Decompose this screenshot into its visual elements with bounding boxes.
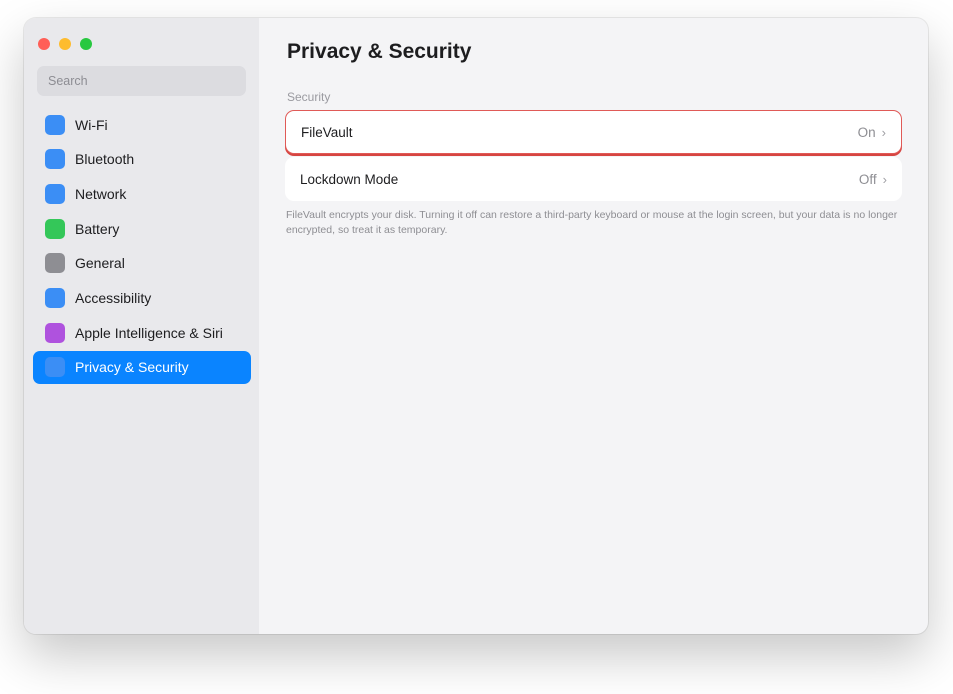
sidebar-item-label: Bluetooth bbox=[75, 151, 135, 168]
row-label: FileVault bbox=[301, 124, 353, 140]
footnote: FileVault encrypts your disk. Turning it… bbox=[286, 209, 898, 236]
search-input[interactable] bbox=[48, 74, 235, 88]
sidebar-item-accessibility[interactable]: Accessibility bbox=[33, 281, 251, 314]
settings-window: Wi-Fi Bluetooth Network Battery General … bbox=[24, 18, 928, 634]
content-pane: Privacy & Security Security FileVault On… bbox=[259, 18, 928, 634]
sidebar-item-label: Network bbox=[75, 185, 127, 202]
row-value: Off › bbox=[859, 172, 887, 187]
sidebar-item-label: Battery bbox=[75, 220, 120, 237]
sidebar-item-privacy-security[interactable]: Privacy & Security bbox=[33, 350, 251, 384]
close-window-button[interactable] bbox=[38, 38, 50, 50]
status-value: Off bbox=[858, 171, 877, 187]
gear-icon bbox=[45, 253, 65, 274]
row-label: Lockdown Mode bbox=[300, 171, 399, 187]
battery-icon bbox=[45, 218, 65, 239]
section-header: Security bbox=[287, 90, 331, 104]
sidebar-item-bluetooth[interactable]: Bluetooth bbox=[33, 143, 251, 176]
siri-icon bbox=[45, 322, 65, 343]
filevault-row[interactable]: FileVault On › bbox=[285, 110, 902, 154]
lockdown-mode-row[interactable]: Lockdown Mode Off › bbox=[285, 157, 902, 201]
sidebar-item-label: General bbox=[75, 255, 125, 272]
sidebar-item-label: Apple Intelligence & Siri bbox=[75, 324, 223, 341]
sidebar-item-network[interactable]: Network bbox=[33, 177, 251, 210]
sidebar-item-siri[interactable]: Apple Intelligence & Siri bbox=[33, 316, 251, 349]
sidebar-item-label: Accessibility bbox=[75, 289, 152, 306]
hand-icon bbox=[45, 357, 65, 378]
accessibility-icon bbox=[45, 287, 65, 308]
window-controls bbox=[38, 38, 92, 50]
status-value: On bbox=[857, 124, 876, 140]
chevron-right-icon: › bbox=[881, 124, 886, 140]
zoom-window-button[interactable] bbox=[80, 38, 92, 50]
minimize-window-button[interactable] bbox=[59, 38, 71, 50]
bluetooth-icon bbox=[45, 149, 65, 170]
search-box bbox=[37, 66, 246, 96]
row-value: On › bbox=[858, 125, 886, 140]
network-icon bbox=[45, 183, 65, 204]
sidebar-item-wifi[interactable]: Wi-Fi bbox=[33, 108, 251, 141]
chevron-right-icon: › bbox=[882, 171, 887, 187]
wifi-icon bbox=[45, 114, 65, 135]
sidebar: Wi-Fi Bluetooth Network Battery General … bbox=[24, 18, 259, 634]
sidebar-item-label: Privacy & Security bbox=[75, 359, 189, 376]
sidebar-item-battery[interactable]: Battery bbox=[33, 212, 251, 245]
sidebar-nav: Wi-Fi Bluetooth Network Battery General … bbox=[33, 108, 251, 386]
sidebar-item-label: Wi-Fi bbox=[75, 116, 108, 133]
sidebar-item-general[interactable]: General bbox=[33, 247, 251, 280]
page-title: Privacy & Security bbox=[287, 40, 472, 63]
